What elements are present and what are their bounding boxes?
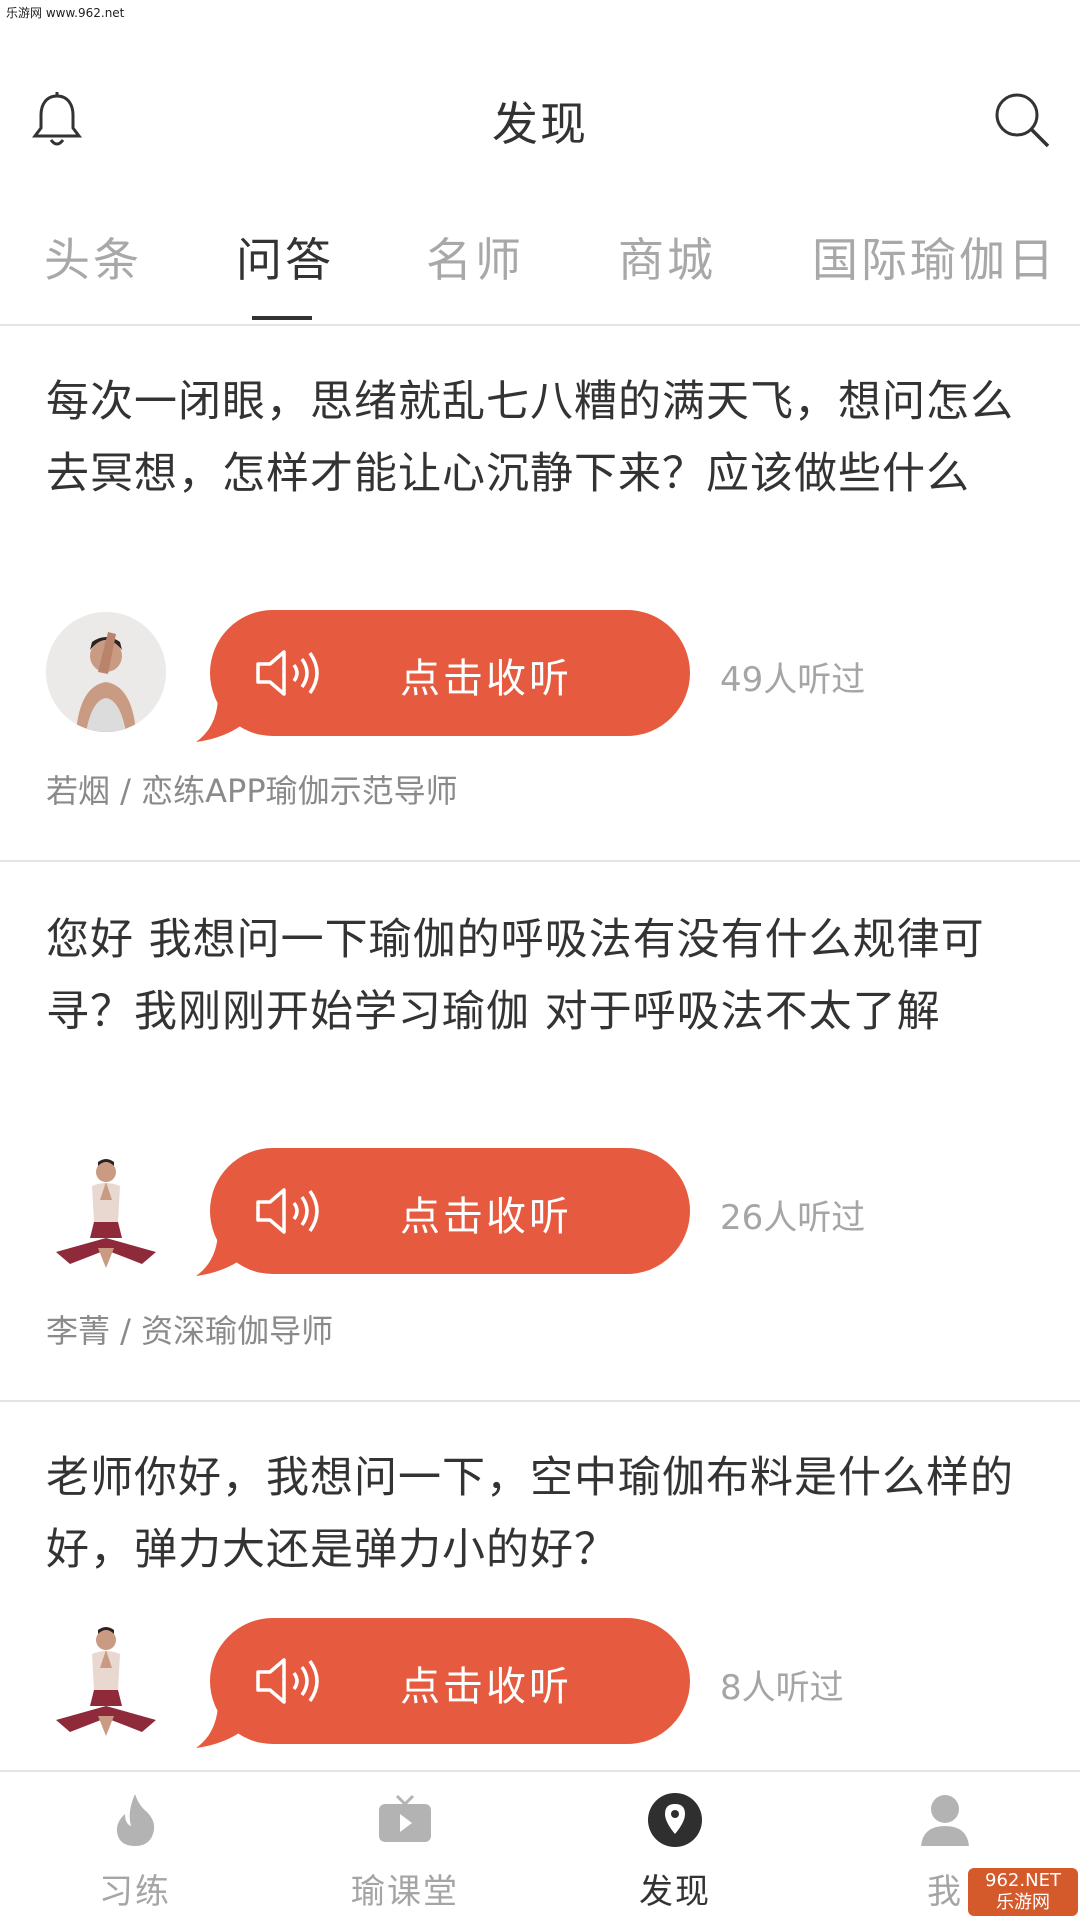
tab-yoga-day[interactable]: 国际瑜伽日 <box>812 224 1057 290</box>
speaker-icon <box>256 1658 319 1704</box>
nav-label: 发现 <box>639 1872 711 1912</box>
speaker-icon <box>256 1188 319 1234</box>
qa-card[interactable]: 您好 我想问一下瑜伽的呼吸法有没有什么规律可寻？我刚刚开始学习瑜伽 对于呼吸法不… <box>0 862 1080 1402</box>
tab-teachers[interactable]: 名师 <box>426 224 524 290</box>
question-text[interactable]: 老师你好，我想问一下，空中瑜伽布料是什么样的好，弹力大还是弹力小的好？ <box>46 1442 1026 1586</box>
flame-icon <box>116 1794 155 1846</box>
user-icon <box>921 1795 969 1846</box>
watermark-logo-line2: 乐游网 <box>996 1892 1050 1913</box>
avatar[interactable] <box>46 1620 166 1740</box>
nav-item-practice[interactable]: 习练 <box>0 1772 270 1922</box>
avatar[interactable] <box>46 1152 166 1272</box>
question-text[interactable]: 每次一闭眼，思绪就乱七八糟的满天飞，想问怎么去冥想，怎样才能让心沉静下来？应该做… <box>46 366 1026 510</box>
speaker-icon <box>256 650 319 696</box>
tab-headlines[interactable]: 头条 <box>44 224 142 290</box>
listen-label: 点击收听 <box>400 656 572 702</box>
watermark-text: 乐游网 www.962.net <box>6 6 125 20</box>
tab-bar: 头条 问答 名师 商城 国际瑜伽日 <box>0 200 1080 326</box>
search-icon[interactable] <box>992 90 1052 150</box>
nav-item-class[interactable]: 瑜课堂 <box>270 1772 540 1922</box>
author-info: 若烟 / 恋练APP瑜伽示范导师 <box>46 772 458 810</box>
listen-button[interactable]: 点击收听 <box>210 1148 690 1274</box>
nav-label: 习练 <box>99 1872 171 1912</box>
listen-label: 点击收听 <box>400 1194 572 1240</box>
question-text[interactable]: 您好 我想问一下瑜伽的呼吸法有没有什么规律可寻？我刚刚开始学习瑜伽 对于呼吸法不… <box>46 904 1026 1048</box>
page-title: 发现 <box>492 97 588 151</box>
location-pin-icon <box>648 1793 702 1847</box>
listen-count: 8人听过 <box>720 1668 844 1708</box>
nav-item-discover[interactable]: 发现 <box>540 1772 810 1922</box>
tab-qa[interactable]: 问答 <box>236 224 334 290</box>
listen-label: 点击收听 <box>400 1664 572 1710</box>
tab-shop[interactable]: 商城 <box>618 224 716 290</box>
listen-count: 26人听过 <box>720 1198 866 1238</box>
listen-button[interactable]: 点击收听 <box>210 610 690 736</box>
active-tab-indicator <box>252 316 312 320</box>
top-bar: 发现 <box>0 60 1080 180</box>
watermark-logo: 962.NET 乐游网 <box>968 1868 1078 1916</box>
listen-button[interactable]: 点击收听 <box>210 1618 690 1744</box>
author-info: 李菁 / 资深瑜伽导师 <box>46 1312 334 1350</box>
avatar[interactable] <box>46 612 166 732</box>
watermark-logo-line1: 962.NET <box>985 1870 1061 1891</box>
bottom-nav: 习练 瑜课堂 发现 我 <box>0 1770 1080 1922</box>
qa-card[interactable]: 老师你好，我想问一下，空中瑜伽布料是什么样的好，弹力大还是弹力小的好？ 点击收听… <box>0 1402 1080 1768</box>
listen-count: 49人听过 <box>720 660 866 700</box>
nav-label: 瑜课堂 <box>351 1872 459 1912</box>
tv-icon <box>379 1794 431 1842</box>
qa-card[interactable]: 每次一闭眼，思绪就乱七八糟的满天飞，想问怎么去冥想，怎样才能让心沉静下来？应该做… <box>0 326 1080 862</box>
